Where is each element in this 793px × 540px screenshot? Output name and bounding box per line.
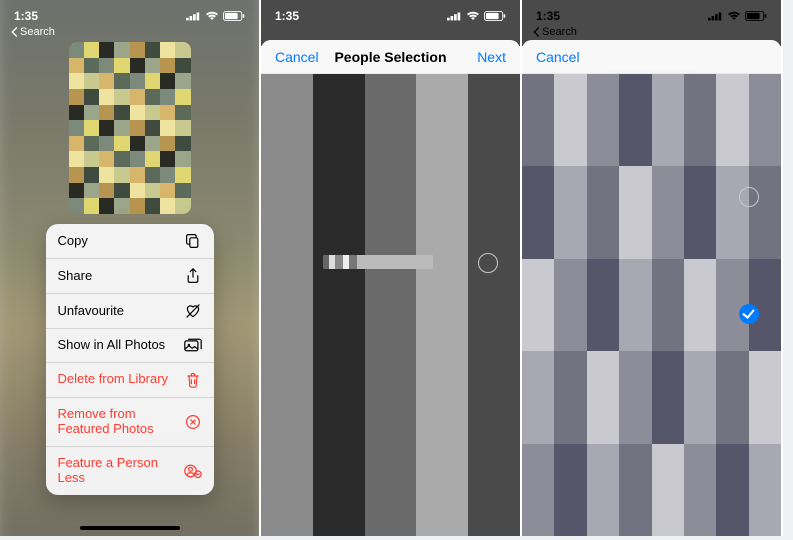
signal-icon xyxy=(708,11,723,21)
pixelated-name xyxy=(323,255,433,269)
back-label: Search xyxy=(20,26,55,38)
menu-item-copy[interactable]: Copy xyxy=(46,224,214,259)
selected-photo-thumbnail[interactable] xyxy=(69,42,191,214)
person-avatar xyxy=(283,248,313,278)
signal-icon xyxy=(447,11,462,21)
wifi-icon xyxy=(205,11,219,21)
signal-icon xyxy=(186,11,201,21)
people-list: Unnamed xyxy=(271,106,510,285)
next-button[interactable]: Next xyxy=(456,49,506,65)
back-to-search[interactable]: Search xyxy=(532,26,577,38)
menu-item-label: Show in All Photos xyxy=(58,338,166,353)
sheet-nav: Cancel People Selection Next xyxy=(261,40,520,74)
copy-icon xyxy=(184,233,202,249)
status-time: 1:35 xyxy=(536,9,560,23)
battery-icon xyxy=(745,11,767,21)
back-to-search[interactable]: Search xyxy=(10,26,55,38)
status-time: 1:35 xyxy=(275,9,299,23)
sheet-nav: Cancel xyxy=(522,40,781,74)
photo-stack-icon xyxy=(184,338,202,352)
status-bar: 1:35 xyxy=(522,0,781,28)
screen-context-menu: 1:35 Search Copy Share Unfavourite Show in … xyxy=(0,0,261,536)
menu-item-label: Copy xyxy=(58,234,88,249)
status-icons xyxy=(186,11,245,21)
pixelated-avatar xyxy=(604,74,700,120)
cancel-button[interactable]: Cancel xyxy=(536,49,586,65)
status-icons xyxy=(708,11,767,21)
x-circle-icon xyxy=(184,414,202,430)
menu-item-share[interactable]: Share xyxy=(46,259,214,294)
menu-item-unfavourite[interactable]: Unfavourite xyxy=(46,294,214,329)
screen-feature-options: 1:35 Search Cancel Feature This Person L xyxy=(522,0,783,536)
person-avatar xyxy=(604,70,700,120)
menu-item-remove-from-featured-photos[interactable]: Remove from Featured Photos xyxy=(46,398,214,447)
menu-item-label: Share xyxy=(58,269,93,284)
status-icons xyxy=(447,11,506,21)
home-indicator[interactable] xyxy=(80,526,180,530)
status-bar: 1:35 xyxy=(0,0,259,28)
selection-radio[interactable] xyxy=(478,253,498,273)
menu-item-show-in-all-photos[interactable]: Show in All Photos xyxy=(46,329,214,363)
cancel-button[interactable]: Cancel xyxy=(275,49,325,65)
nav-title: People Selection xyxy=(334,49,446,65)
sheet-body: FEATURE LESS OF: Unnamed Select a person… xyxy=(261,74,520,536)
menu-item-label: Remove from Featured Photos xyxy=(58,407,178,437)
menu-item-label: Delete from Library xyxy=(58,372,169,387)
menu-item-label: Unfavourite xyxy=(58,304,124,319)
screen-people-selection: 1:35 Cancel People Selection Next FEATUR… xyxy=(261,0,522,536)
person-row[interactable] xyxy=(271,241,510,285)
status-bar: 1:35 xyxy=(261,0,520,28)
share-icon xyxy=(184,268,202,284)
heart-slash-icon xyxy=(184,303,202,319)
back-label: Search xyxy=(542,26,577,38)
pixelated-photo xyxy=(69,42,191,214)
person-avatar-wrap xyxy=(522,70,781,120)
menu-item-label: Feature a Person Less xyxy=(58,456,178,486)
menu-item-feature-a-person-less[interactable]: Feature a Person Less xyxy=(46,447,214,495)
menu-item-delete-from-library[interactable]: Delete from Library xyxy=(46,363,214,398)
person-name xyxy=(323,255,468,272)
status-time: 1:35 xyxy=(14,9,38,23)
battery-icon xyxy=(484,11,506,21)
person-circle-minus-icon xyxy=(184,463,202,479)
context-menu: Copy Share Unfavourite Show in All Photos De… xyxy=(46,224,214,495)
trash-icon xyxy=(184,372,202,388)
wifi-icon xyxy=(466,11,480,21)
battery-icon xyxy=(223,11,245,21)
sheet-body: Feature This Person LessIndividual photo… xyxy=(522,74,781,536)
wifi-icon xyxy=(727,11,741,21)
